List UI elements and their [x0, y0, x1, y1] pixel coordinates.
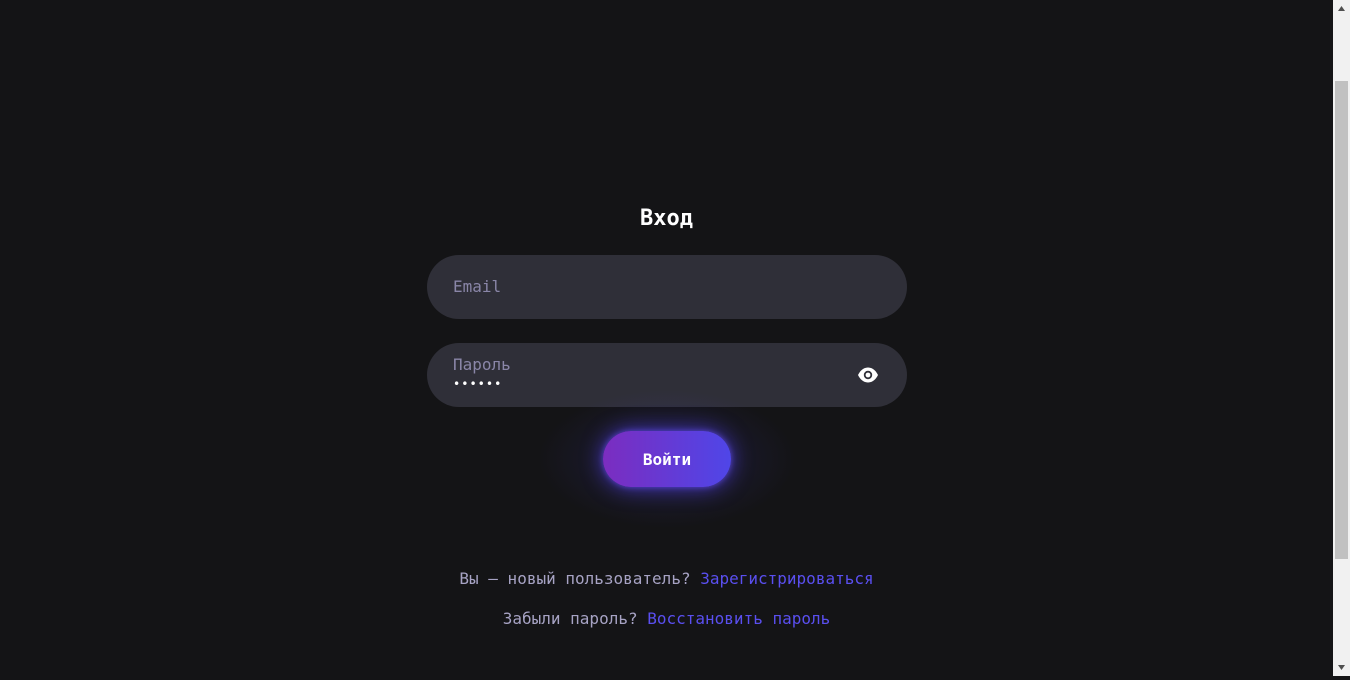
scrollbar-thumb[interactable]	[1335, 81, 1348, 559]
register-link[interactable]: Зарегистрироваться	[700, 569, 873, 588]
eye-icon-graphic	[858, 367, 878, 383]
page-viewport: Вход Email Пароль •••••• Войти Вы — новы…	[0, 0, 1333, 676]
email-placeholder: Email	[453, 277, 502, 296]
forgot-prompt: Забыли пароль?	[502, 609, 638, 628]
scroll-down-icon[interactable]	[1333, 659, 1350, 676]
email-field[interactable]: Email	[427, 255, 907, 319]
register-prompt: Вы — новый пользователь?	[459, 569, 691, 588]
eye-icon[interactable]	[857, 365, 879, 385]
password-label: Пароль	[453, 355, 511, 374]
login-button[interactable]: Войти	[603, 431, 731, 487]
forgot-password-link[interactable]: Восстановить пароль	[647, 609, 830, 628]
scroll-up-icon[interactable]	[1333, 0, 1350, 17]
forgot-line: Забыли пароль? Восстановить пароль	[0, 608, 1333, 630]
password-value: ••••••	[453, 377, 503, 391]
vertical-scrollbar[interactable]	[1333, 0, 1350, 676]
page-title: Вход	[640, 206, 693, 231]
register-line: Вы — новый пользователь? Зарегистрироват…	[0, 568, 1333, 590]
